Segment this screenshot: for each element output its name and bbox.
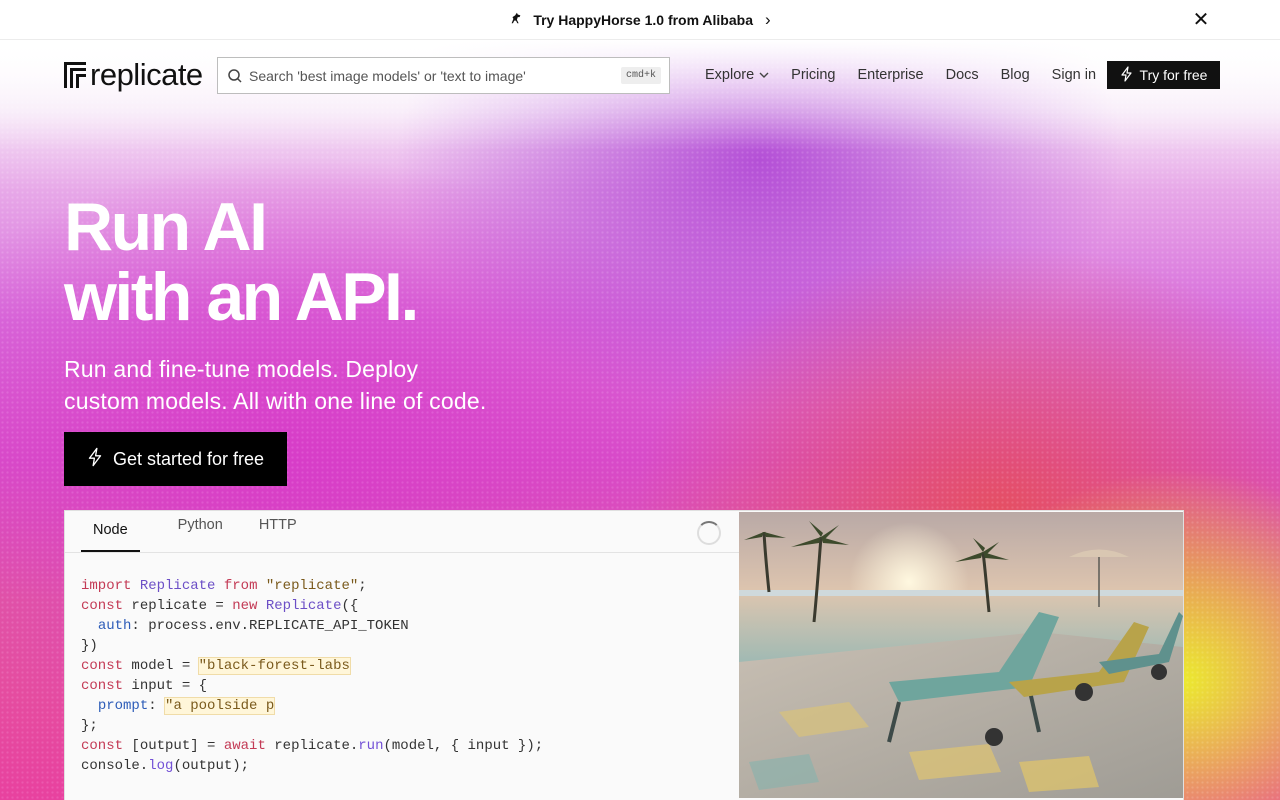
code-snippet: import Replicate from "replicate"; const… <box>81 576 543 776</box>
top-nav: replicate cmd+k Explore Pricing Enterpri… <box>0 40 1280 112</box>
hero-title: Run AI with an API. <box>64 189 419 335</box>
replicate-logo-icon <box>64 62 86 88</box>
code-line: const [output] = await replicate.run(mod… <box>81 738 544 754</box>
code-area: Node Python HTTP import Replicate from "… <box>65 511 739 800</box>
nav-docs[interactable]: Docs <box>946 67 979 83</box>
code-line: }; <box>81 718 98 734</box>
chevron-right-icon: › <box>765 9 771 29</box>
nav-pricing[interactable]: Pricing <box>791 67 835 83</box>
search-box[interactable]: cmd+k <box>217 57 670 94</box>
lightning-icon <box>87 447 103 472</box>
code-line: auth: process.env.REPLICATE_API_TOKEN <box>97 618 409 634</box>
code-line: const replicate = new Replicate({ <box>81 598 359 614</box>
nav-enterprise[interactable]: Enterprise <box>858 67 924 83</box>
announcement-link[interactable]: Try HappyHorse 1.0 from Alibaba › <box>509 9 771 30</box>
logo[interactable]: replicate <box>64 57 203 92</box>
code-line: console.log(output); <box>81 758 250 774</box>
horse-icon <box>509 11 523 28</box>
nav-blog[interactable]: Blog <box>1001 67 1030 83</box>
search-icon <box>227 68 243 84</box>
example-output-image <box>739 512 1183 798</box>
get-started-button[interactable]: Get started for free <box>64 432 287 486</box>
close-icon[interactable]: ✕ <box>1190 9 1212 31</box>
code-example-panel: Node Python HTTP import Replicate from "… <box>64 510 1184 800</box>
logo-text: replicate <box>90 57 203 92</box>
code-line: const input = { <box>81 678 208 694</box>
code-line: const model = "black-forest-labs <box>81 657 351 675</box>
loading-spinner-icon <box>697 521 721 545</box>
search-shortcut-badge: cmd+k <box>620 67 661 84</box>
tab-node[interactable]: Node <box>81 510 140 552</box>
code-line: import Replicate from "replicate"; <box>81 578 367 594</box>
poolside-image <box>739 512 1183 798</box>
code-line: prompt: "a poolside p <box>97 697 276 715</box>
announcement-text: Try HappyHorse 1.0 from Alibaba <box>533 11 753 28</box>
try-for-free-button[interactable]: Try for free <box>1107 61 1220 89</box>
nav-explore[interactable]: Explore <box>705 67 769 83</box>
nav-links: Explore Pricing Enterprise Docs Blog Sig… <box>705 62 1096 88</box>
tab-http[interactable]: HTTP <box>259 510 297 552</box>
search-input[interactable] <box>249 67 621 84</box>
hero-subtitle: Run and fine-tune models. Deploy custom … <box>64 356 487 414</box>
nav-sign-in[interactable]: Sign in <box>1052 67 1096 83</box>
language-tabs: Node Python HTTP <box>65 511 739 553</box>
tab-python[interactable]: Python <box>178 510 223 552</box>
code-line: }) <box>81 638 98 654</box>
announcement-bar: Try HappyHorse 1.0 from Alibaba › ✕ <box>0 0 1280 40</box>
chevron-down-icon <box>759 71 769 81</box>
lightning-icon <box>1120 65 1133 85</box>
